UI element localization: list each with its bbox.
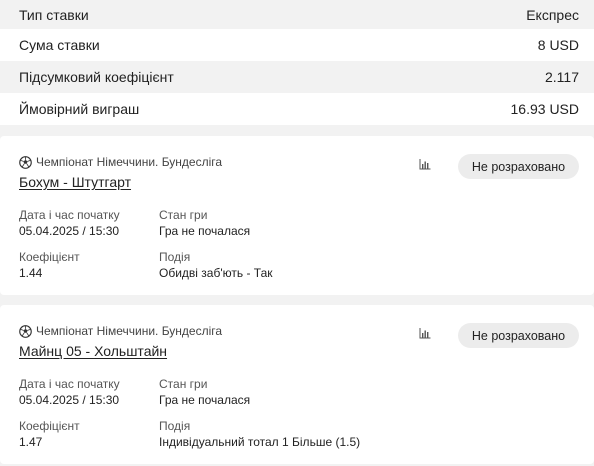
summary-label: Ймовірний виграш <box>19 101 140 117</box>
soccer-ball-icon <box>19 324 32 338</box>
status-badge: Не розраховано <box>458 154 579 179</box>
match-link[interactable]: Майнц 05 - Хольштайн <box>19 343 167 359</box>
game-state-value: Гра не почалася <box>159 224 251 238</box>
summary-value: Експрес <box>526 6 579 23</box>
start-time-label: Дата і час початку <box>19 208 120 222</box>
summary-label: Підсумковий коефіцієнт <box>19 69 174 85</box>
soccer-ball-icon <box>19 155 32 169</box>
league-title: Чемпіонат Німеччини. Бундесліга <box>19 324 222 338</box>
match-link[interactable]: Бохум - Штутгарт <box>19 174 131 190</box>
summary-value: 16.93 USD <box>510 101 579 117</box>
event-value: Індивідуальний тотал 1 Більше (1.5) <box>159 435 361 449</box>
league-name: Чемпіонат Німеччини. Бундесліга <box>36 155 223 169</box>
odds-label: Коефіцієнт <box>19 419 80 433</box>
summary-label: Тип ставки <box>19 6 89 23</box>
summary-label: Сума ставки <box>19 37 100 53</box>
statistics-icon[interactable] <box>419 158 431 170</box>
event-label: Подія <box>159 250 191 264</box>
summary-row-total-odds: Підсумковий коефіцієнт 2.117 <box>0 61 594 93</box>
start-time-value: 05.04.2025 / 15:30 <box>19 393 120 407</box>
odds-label: Коефіцієнт <box>19 250 80 264</box>
league-name: Чемпіонат Німеччини. Бундесліга <box>36 324 223 338</box>
statistics-icon[interactable] <box>419 327 431 339</box>
event-value: Обидві заб'ють - Так <box>159 266 273 280</box>
event-card: Чемпіонат Німеччини. Бундесліга Майнц 05… <box>0 305 594 464</box>
bet-summary: Тип ставки Експрес Сума ставки 8 USD Під… <box>0 0 594 125</box>
league-title: Чемпіонат Німеччини. Бундесліга <box>19 155 222 169</box>
summary-row-potential-win: Ймовірний виграш 16.93 USD <box>0 93 594 125</box>
status-badge: Не розраховано <box>458 323 579 348</box>
event-label: Подія <box>159 419 191 433</box>
event-card: Чемпіонат Німеччини. Бундесліга Бохум - … <box>0 136 594 295</box>
game-state-value: Гра не почалася <box>159 393 251 407</box>
odds-value: 1.47 <box>19 435 43 449</box>
start-time-label: Дата і час початку <box>19 377 120 391</box>
summary-value: 8 USD <box>537 37 579 53</box>
game-state-label: Стан гри <box>159 208 208 222</box>
start-time-value: 05.04.2025 / 15:30 <box>19 224 120 238</box>
game-state-label: Стан гри <box>159 377 208 391</box>
odds-value: 1.44 <box>19 266 43 280</box>
summary-value: 2.117 <box>545 69 579 85</box>
summary-row-stake: Сума ставки 8 USD <box>0 29 594 61</box>
summary-row-bet-type: Тип ставки Експрес <box>0 0 594 29</box>
